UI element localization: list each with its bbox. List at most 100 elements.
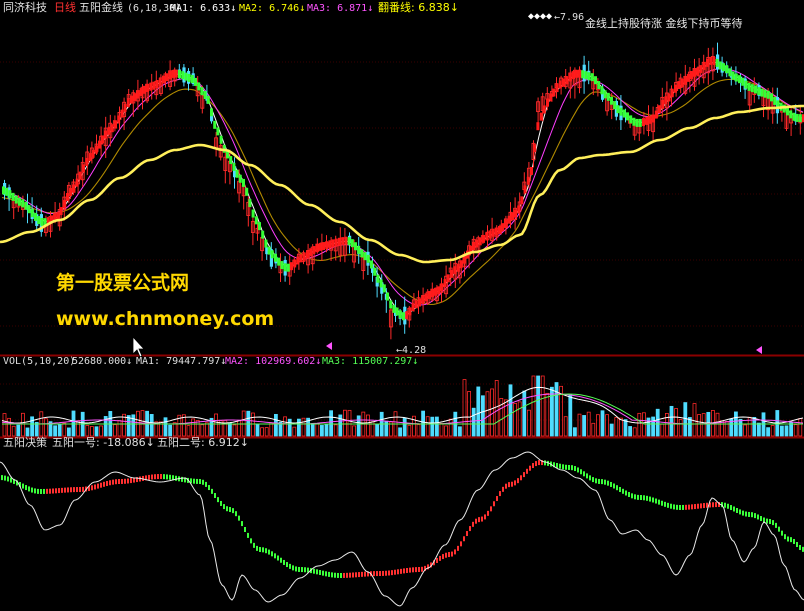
volume-bar-up: [292, 426, 297, 437]
high-markers: ◆◆◆◆: [528, 11, 552, 22]
volume-bar-down: [126, 415, 131, 437]
sell-signal-block: [30, 209, 34, 218]
buy-signal-block: [501, 223, 505, 232]
volume-bar-down: [434, 416, 439, 437]
buy-signal-block: [328, 240, 332, 249]
buy-signal-block: [702, 61, 706, 70]
scroll-right-marker[interactable]: [756, 346, 762, 354]
volume-bar-down: [53, 425, 57, 437]
buy-signal-block: [334, 238, 338, 247]
volume-bar-down: [287, 418, 292, 437]
buy-signal-block: [168, 71, 172, 80]
sell-signal-block: [251, 209, 255, 218]
volume-bar-up: [250, 412, 255, 437]
buy-signal-block: [536, 122, 540, 131]
sell-signal-block: [632, 117, 636, 126]
buy-signal-block: [107, 126, 111, 135]
buy-signal-block: [114, 120, 117, 129]
sell-signal-block: [21, 199, 25, 208]
sell-signal-block: [277, 257, 281, 266]
volume-bar-down: [71, 410, 76, 437]
sell-signal-block: [184, 72, 188, 81]
buy-signal-block: [88, 153, 92, 162]
buy-signal-block: [654, 110, 658, 119]
volume-bar-up: [637, 412, 642, 437]
buy-signal-block: [706, 58, 709, 67]
volume-bar-down: [508, 384, 513, 437]
volume-bar-up: [365, 414, 370, 437]
volume-ma2-readout: MA2: 102969.602↓: [225, 356, 321, 367]
sell-signal-block: [213, 120, 217, 129]
buy-signal-block: [312, 246, 316, 255]
buy-signal-block: [712, 56, 716, 65]
volume-bar-up: [678, 419, 683, 437]
buy-signal-block: [443, 279, 447, 288]
sell-signal-block: [722, 63, 725, 72]
volume-bar-up: [545, 392, 550, 437]
buy-signal-block: [446, 274, 450, 283]
sell-signal-block: [747, 82, 751, 91]
sell-signal-block: [734, 73, 738, 82]
volume-bar-down: [476, 386, 481, 437]
buy-signal-block: [683, 76, 687, 85]
volume-bar-down: [402, 417, 407, 437]
sell-signal-block: [350, 239, 354, 248]
buy-signal-block: [520, 196, 524, 205]
sell-signal-block: [773, 96, 777, 105]
buy-signal-block: [85, 157, 89, 166]
volume-bar-down: [554, 382, 559, 437]
buy-signal-block: [69, 188, 73, 197]
volume-bar-up: [352, 425, 357, 437]
chart-canvas: 同济科技 日线 五阳金线 (6,18,30) MA1: 6.633↓ MA2: …: [0, 0, 804, 607]
sell-signal-block: [622, 109, 626, 118]
volume-bar-up: [90, 426, 94, 437]
volume-bar-up: [113, 424, 117, 437]
volume-bar-down: [398, 427, 403, 437]
sell-signal-block: [600, 86, 604, 95]
buy-signal-block: [146, 84, 149, 93]
buy-signal-block: [123, 103, 127, 112]
buy-signal-block: [472, 241, 476, 250]
volume-bar-up: [99, 425, 103, 437]
sell-signal-block: [786, 107, 789, 116]
sell-signal-block: [635, 118, 639, 127]
sell-signal-block: [232, 162, 236, 171]
buy-signal-block: [456, 263, 460, 272]
volume-bar-up: [204, 422, 209, 437]
volume-bar-up: [117, 420, 122, 437]
volume-bar-down: [324, 423, 329, 437]
buy-signal-block: [709, 56, 713, 65]
buy-signal-block: [648, 115, 652, 124]
buy-signal-block: [430, 289, 434, 298]
volume-bar-down: [329, 410, 334, 437]
buy-signal-block: [411, 303, 415, 312]
sell-signal-block: [402, 312, 405, 321]
volume-ma3-readout: MA3: 115007.297↓: [322, 356, 418, 367]
period-label[interactable]: 日线: [54, 0, 76, 14]
sell-signal-block: [760, 88, 764, 97]
volume-bar-up: [793, 424, 798, 437]
volume-bar-up: [347, 409, 352, 437]
volume-bar-down: [310, 423, 315, 437]
buy-signal-block: [408, 307, 412, 316]
decision-line2-readout: 五阳二号: 6.912↓: [157, 436, 249, 449]
volume-bar-down: [780, 425, 784, 437]
volume-bar-down: [536, 375, 540, 437]
buy-signal-block: [440, 283, 444, 292]
buy-signal-block: [562, 78, 565, 87]
buy-signal-block: [494, 227, 498, 236]
scroll-left-marker[interactable]: [326, 342, 332, 350]
sell-signal-block: [728, 68, 732, 77]
volume-bar-up: [301, 417, 306, 437]
sell-signal-block: [798, 114, 802, 123]
buy-signal-block: [450, 269, 453, 278]
buy-signal-block: [421, 295, 425, 304]
volume-bar-down: [273, 413, 278, 437]
buy-signal-block: [578, 69, 581, 78]
sell-signal-block: [757, 87, 761, 96]
sell-signal-block: [718, 61, 722, 70]
buy-signal-block: [555, 84, 559, 93]
sell-signal-block: [2, 186, 5, 195]
sell-signal-block: [194, 77, 197, 86]
volume-bar-up: [269, 422, 274, 437]
